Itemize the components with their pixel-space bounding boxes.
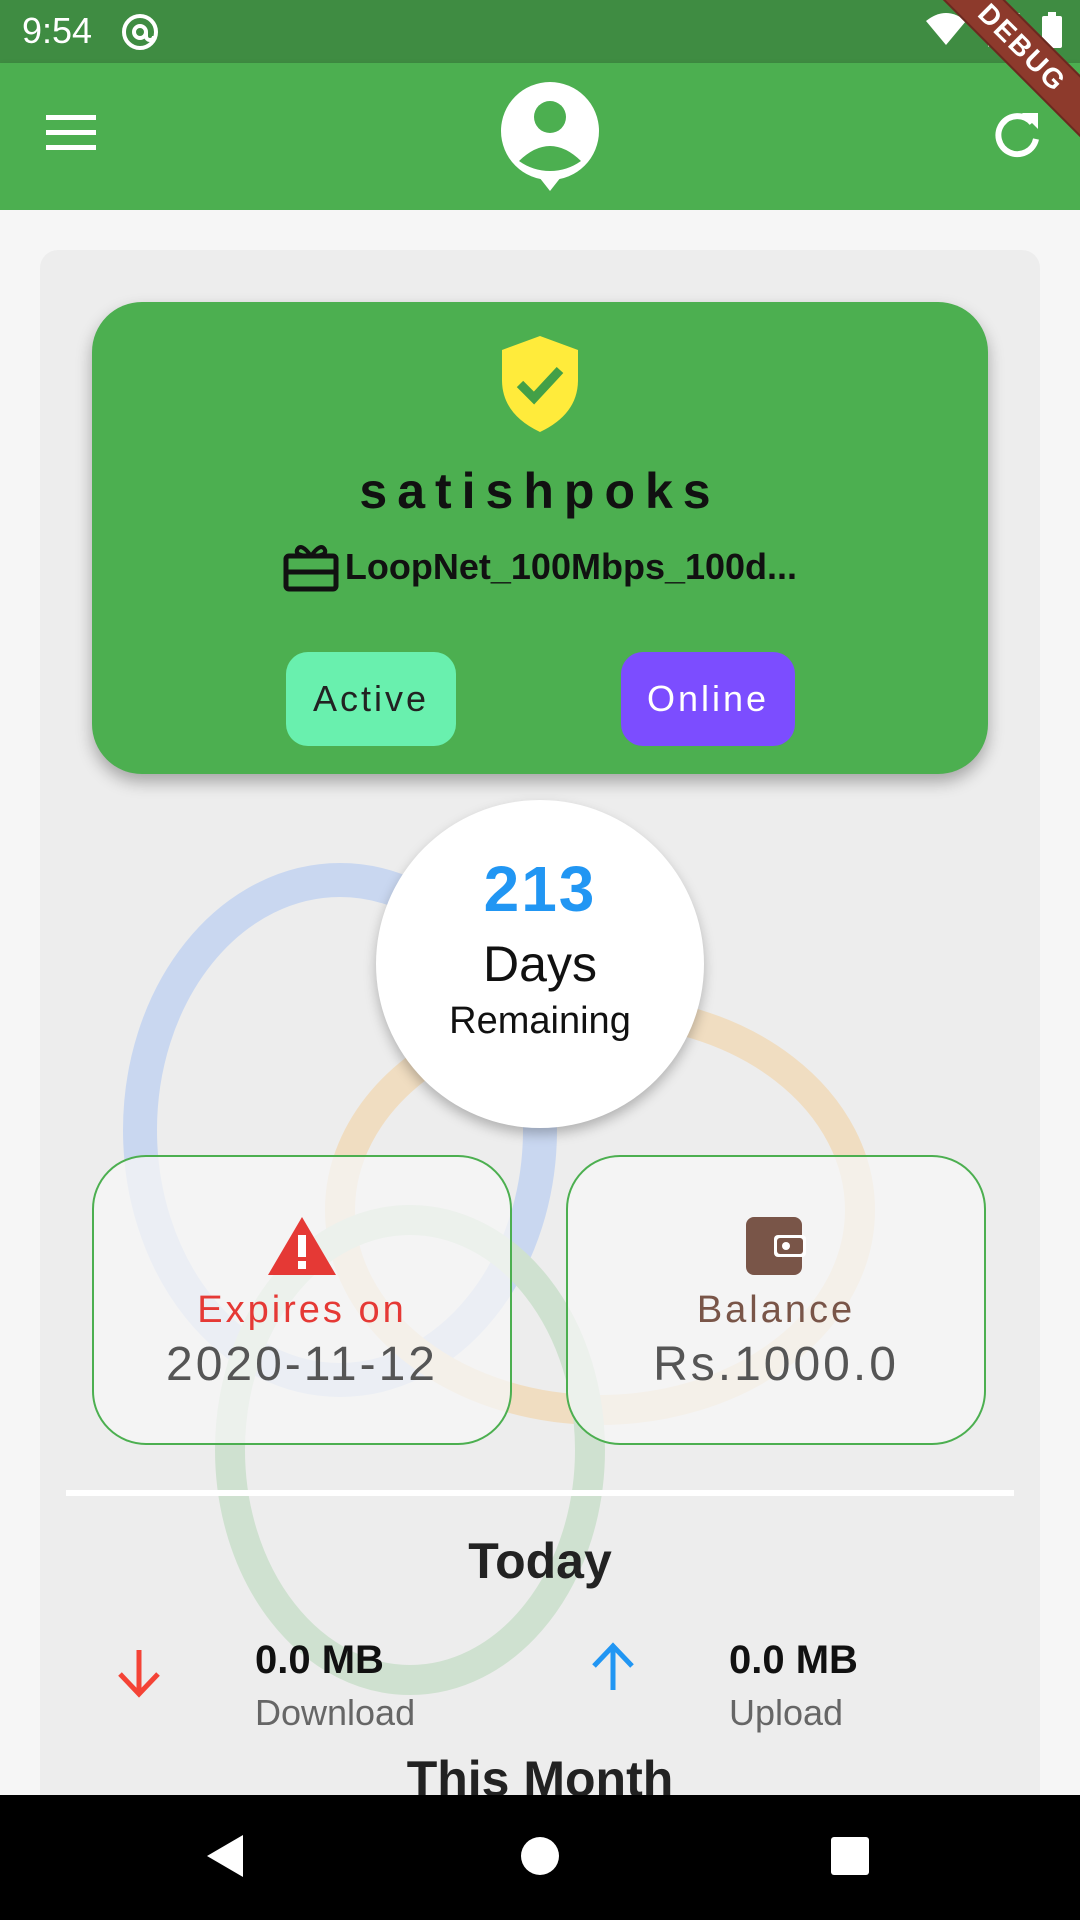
avatar[interactable] [499, 81, 601, 198]
balance-card: Balance Rs.1000.0 [566, 1155, 986, 1445]
username: satishpoks [359, 463, 721, 519]
wallet-icon [746, 1217, 806, 1275]
download-value: 0.0 MB [255, 1638, 384, 1682]
status-time: 9:54 [22, 10, 93, 51]
package-name: LoopNet_100Mbps_100d... [344, 546, 798, 587]
days-remaining-circle: 213 Days Remaining [376, 800, 704, 1128]
status-badge-active: Active [286, 652, 456, 746]
upload-label: Upload [729, 1692, 844, 1733]
back-button[interactable] [205, 1833, 245, 1884]
recents-square-icon [831, 1837, 869, 1875]
shield-check-icon [502, 336, 578, 432]
arrow-down-icon [118, 1650, 160, 1698]
upload-value: 0.0 MB [729, 1638, 858, 1682]
back-triangle-icon [207, 1835, 243, 1877]
navigation-bar [0, 1795, 1080, 1920]
avatar-icon [501, 82, 599, 191]
menu-icon [46, 115, 96, 150]
gift-card-icon [283, 545, 339, 592]
section-title-today: Today [468, 1533, 612, 1589]
menu-button[interactable] [46, 113, 98, 159]
app-bar [0, 63, 1080, 210]
expiry-date: 2020-11-12 [166, 1338, 438, 1391]
recents-button[interactable] [830, 1833, 870, 1884]
home-circle-icon [521, 1837, 559, 1875]
warning-icon [268, 1217, 336, 1275]
content-scroll[interactable]: satishpoks LoopNet_100Mbps_100d... Activ… [0, 210, 1080, 1795]
download-label: Download [255, 1692, 416, 1733]
arrow-up-icon [592, 1642, 634, 1690]
home-button[interactable] [520, 1833, 560, 1884]
days-count: 213 [483, 853, 597, 925]
refresh-icon [995, 113, 1039, 158]
refresh-button[interactable] [992, 109, 1042, 164]
status-badge-online: Online [621, 652, 795, 746]
expiry-card: Expires on 2020-11-12 [92, 1155, 512, 1445]
at-sign-icon [120, 12, 160, 57]
package-row: LoopNet_100Mbps_100d... [92, 542, 988, 592]
days-remaining-label: Remaining [449, 1000, 631, 1042]
profile-card: satishpoks LoopNet_100Mbps_100d... Activ… [92, 302, 988, 774]
expiry-label: Expires on [197, 1289, 407, 1331]
status-bar: 9:54 [0, 0, 1080, 63]
divider [66, 1490, 1014, 1496]
balance-amount: Rs.1000.0 [653, 1338, 899, 1391]
balance-label: Balance [696, 1289, 856, 1331]
days-unit: Days [483, 936, 597, 992]
wifi-icon [926, 13, 966, 52]
section-title-this-month: This Month [406, 1751, 674, 1795]
